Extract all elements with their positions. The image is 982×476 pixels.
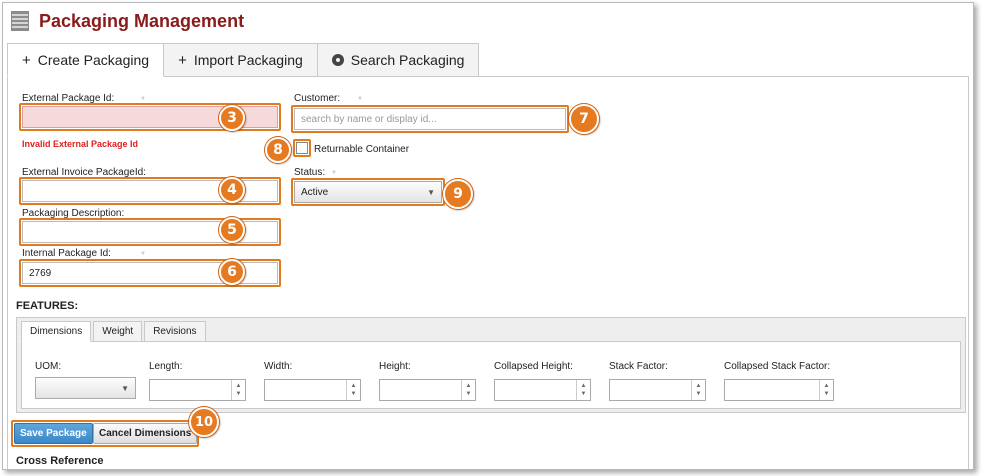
callout-badge: 6	[219, 259, 245, 285]
app-logo-icon	[11, 11, 29, 31]
internal-package-id-label: Internal Package Id:	[22, 248, 111, 259]
uom-label: UOM:	[35, 361, 62, 372]
tab-weight[interactable]: Weight	[93, 321, 143, 342]
length-label: Length:	[149, 361, 183, 372]
stepper-icon[interactable]: ▲ ▼	[461, 380, 475, 400]
callout-badge: 10	[189, 407, 219, 437]
plus-icon: +	[178, 51, 187, 69]
callout-badge: 7	[569, 104, 599, 134]
customer-label: Customer:	[294, 93, 341, 104]
main-tabs: + Create Packaging + Import Packaging Se…	[7, 43, 480, 77]
stepper-icon[interactable]: ▲ ▼	[576, 380, 590, 400]
status-label: Status:	[294, 167, 326, 178]
features-title: FEATURES:	[16, 300, 79, 312]
status-select[interactable]: Active ▼	[294, 181, 442, 203]
callout-badge: 3	[219, 105, 245, 131]
chevron-down-icon: ▼	[427, 187, 435, 197]
collapsed-stack-factor-input[interactable]: ▲ ▼	[724, 379, 834, 401]
stepper-icon[interactable]: ▲ ▼	[346, 380, 360, 400]
stepper-icon[interactable]: ▲ ▼	[691, 380, 705, 400]
tab-label: Create Packaging	[37, 52, 150, 68]
returnable-container-label: Returnable Container	[314, 144, 410, 155]
height-label: Height:	[379, 361, 411, 372]
tab-label: Search Packaging	[350, 52, 465, 68]
stack-factor-label: Stack Factor:	[609, 361, 668, 372]
length-input[interactable]: ▲ ▼	[149, 379, 246, 401]
callout-badge: 5	[219, 217, 245, 243]
status-value: Active	[301, 186, 329, 198]
width-input[interactable]: ▲ ▼	[264, 379, 361, 401]
tab-dimensions[interactable]: Dimensions	[21, 321, 92, 342]
uom-select[interactable]: ▼	[35, 377, 136, 399]
stepper-icon[interactable]: ▲ ▼	[231, 380, 245, 400]
tab-revisions[interactable]: Revisions	[144, 321, 206, 342]
collapsed-height-label: Collapsed Height:	[494, 361, 573, 372]
callout-badge: 9	[443, 179, 473, 209]
cross-reference-heading: Cross Reference	[16, 455, 104, 467]
cancel-dimensions-button[interactable]: Cancel Dimensions	[93, 423, 198, 444]
tab-search-packaging[interactable]: Search Packaging	[316, 43, 480, 77]
tab-import-packaging[interactable]: + Import Packaging	[163, 43, 318, 77]
app-window: Packaging Management + Create Packaging …	[2, 2, 974, 470]
customer-placeholder: search by name or display id...	[301, 113, 437, 125]
error-message: Invalid External Package Id	[22, 139, 139, 149]
page-title: Packaging Management	[39, 10, 245, 31]
stepper-icon[interactable]: ▲ ▼	[819, 380, 833, 400]
features-tabs: Dimensions Weight Revisions	[21, 321, 208, 342]
tab-label: Import Packaging	[193, 52, 303, 68]
customer-search-input[interactable]: search by name or display id...	[294, 108, 566, 130]
stack-factor-input[interactable]: ▲ ▼	[609, 379, 706, 401]
callout-badge: 4	[219, 177, 245, 203]
panel-border	[7, 76, 8, 469]
callout-badge: 8	[265, 137, 291, 163]
tab-create-packaging[interactable]: + Create Packaging	[7, 43, 165, 77]
width-label: Width:	[264, 361, 293, 372]
save-package-button[interactable]: Save Package	[14, 423, 93, 444]
height-input[interactable]: ▲ ▼	[379, 379, 476, 401]
search-icon	[331, 54, 344, 66]
plus-icon: +	[22, 51, 31, 69]
collapsed-stack-factor-label: Collapsed Stack Factor:	[724, 361, 831, 372]
title-bar: Packaging Management	[3, 3, 973, 39]
returnable-container-checkbox[interactable]	[296, 142, 308, 154]
chevron-down-icon: ▼	[121, 383, 129, 393]
collapsed-height-input[interactable]: ▲ ▼	[494, 379, 591, 401]
panel-border	[968, 76, 969, 469]
